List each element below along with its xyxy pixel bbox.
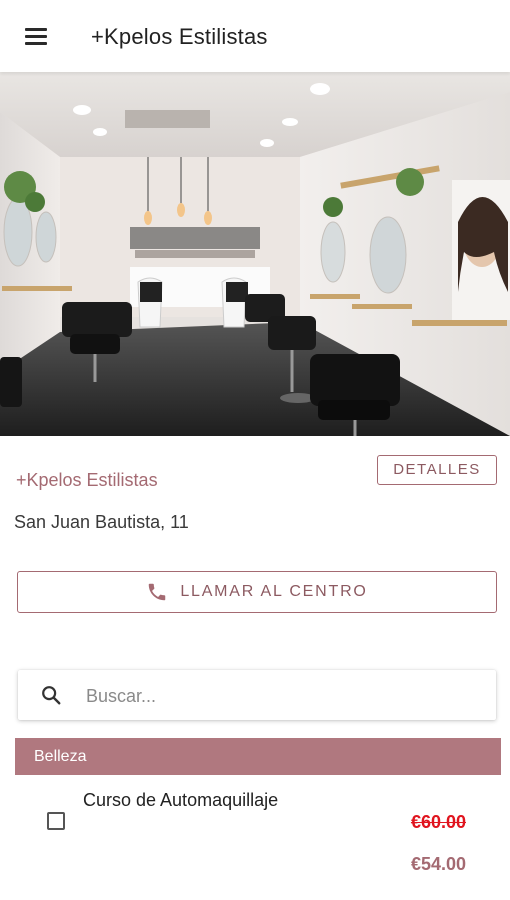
app-bar: +Kpelos Estilistas — [0, 0, 510, 72]
service-item: Curso de Automaquillaje €60.00 €54.00 — [0, 776, 510, 900]
salon-interior-photo — [0, 72, 510, 436]
menu-icon[interactable] — [18, 22, 54, 52]
service-original-price: €60.00 — [410, 812, 466, 832]
phone-icon — [146, 581, 168, 603]
service-price: €54.00 — [410, 854, 466, 874]
call-center-button[interactable]: LLAMAR AL CENTRO — [17, 571, 497, 613]
business-address: San Juan Bautista, 11 — [14, 512, 189, 532]
details-button[interactable]: DETALLES — [377, 455, 497, 485]
search-bar — [18, 670, 496, 720]
call-center-label: LLAMAR AL CENTRO — [180, 583, 368, 600]
app-title: +Kpelos Estilistas — [91, 24, 268, 49]
category-label: Belleza — [34, 748, 87, 765]
search-input[interactable] — [84, 680, 478, 712]
business-name: +Kpelos Estilistas — [16, 470, 158, 490]
search-icon[interactable] — [40, 684, 62, 711]
category-header: Belleza — [15, 738, 501, 775]
service-checkbox[interactable] — [47, 812, 65, 830]
service-title: Curso de Automaquillaje — [83, 790, 279, 810]
